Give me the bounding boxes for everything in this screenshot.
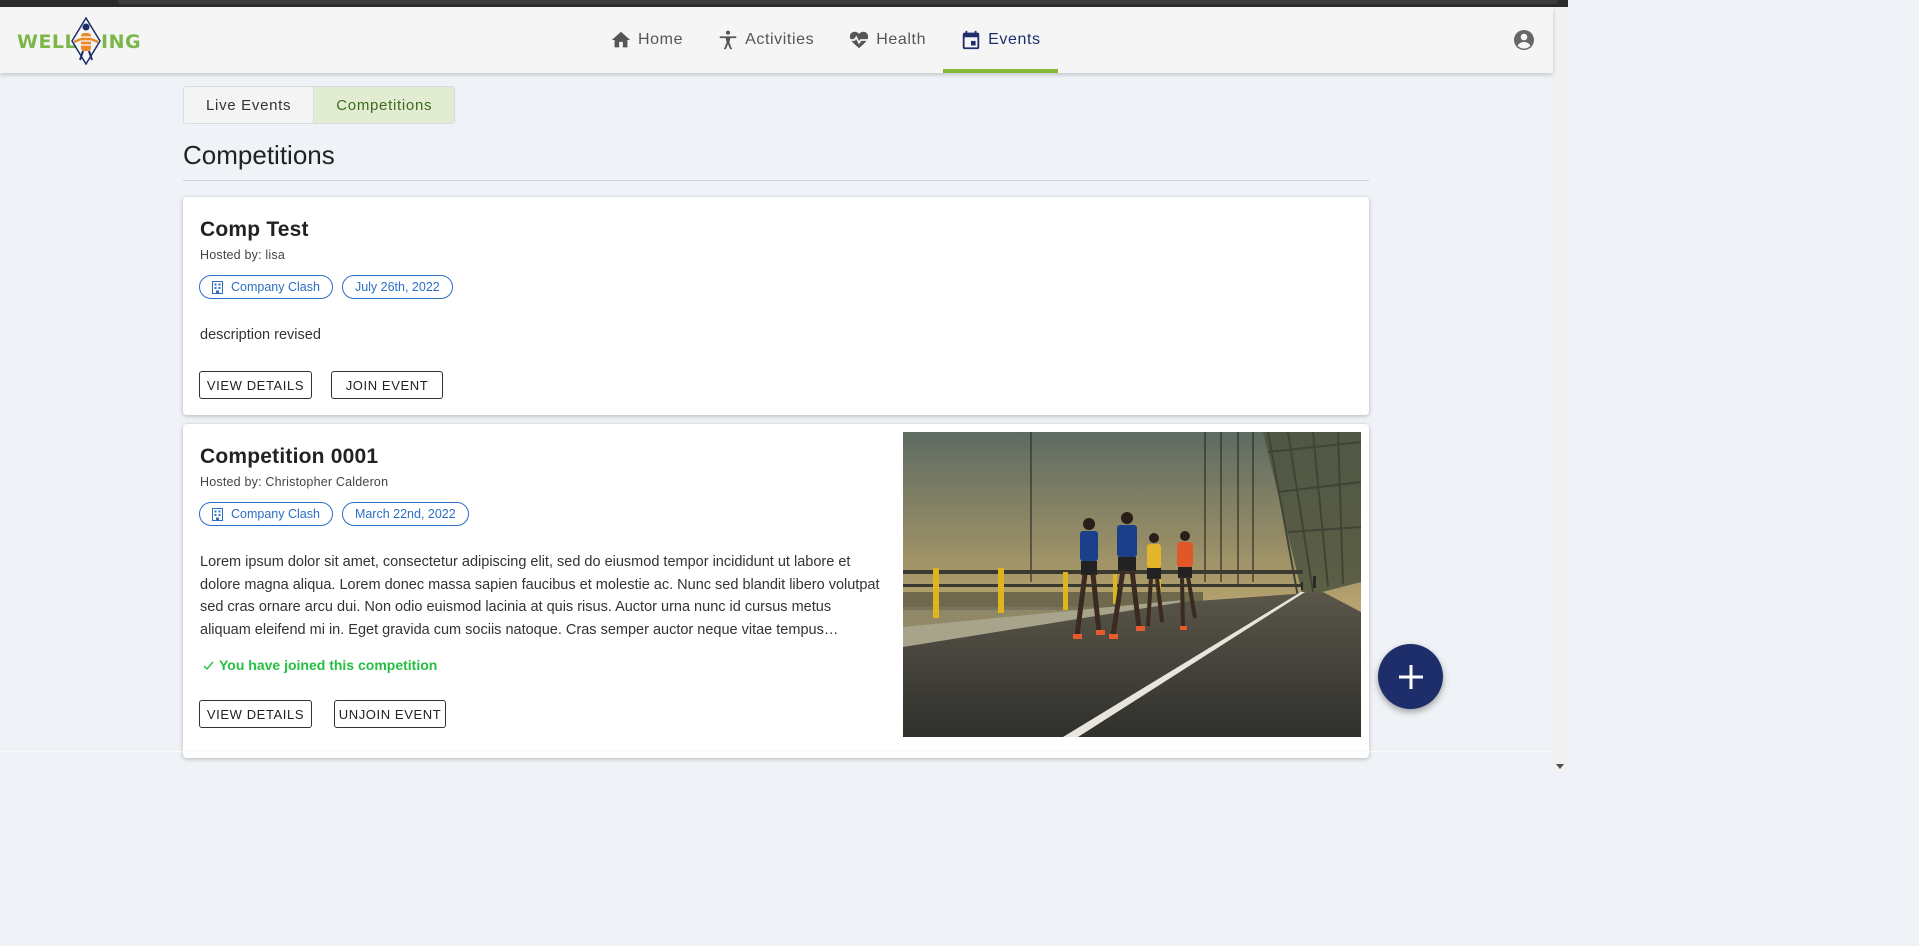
view-details-button[interactable]: VIEW DETAILS [199, 700, 312, 728]
join-event-button[interactable]: JOIN EVENT [331, 371, 443, 399]
app-header: WELL ING Home Activities Health Events [0, 7, 1553, 73]
date-chip: July 26th, 2022 [341, 275, 453, 299]
building-icon [212, 280, 223, 294]
tab-live-events[interactable]: Live Events [184, 87, 314, 123]
plus-icon [1398, 664, 1423, 689]
nav-item-label: Health [876, 31, 927, 48]
competition-host: Hosted by: lisa [200, 248, 285, 262]
view-details-button[interactable]: VIEW DETAILS [199, 371, 312, 399]
check-icon [203, 661, 214, 670]
type-chip: Company Clash [199, 502, 333, 526]
building-icon [212, 507, 223, 521]
joined-status: You have joined this competition [203, 657, 437, 673]
page-title: Competitions [183, 140, 335, 170]
heart-pulse-icon [850, 31, 869, 49]
competition-card: Comp Test Hosted by: lisa Company Clash … [183, 197, 1369, 415]
competition-title: Comp Test [200, 218, 309, 241]
logo-text-left: WELL [17, 31, 78, 53]
scroll-down-arrow-icon[interactable] [1556, 764, 1564, 769]
nav-item-label: Events [988, 31, 1041, 48]
calendar-icon [962, 30, 980, 50]
title-divider [183, 180, 1369, 181]
competition-description: Lorem ipsum dolor sit amet, consectetur … [200, 554, 880, 638]
logo-figure-icon [71, 17, 101, 65]
type-chip-label: Company Clash [231, 507, 320, 521]
date-chip: March 22nd, 2022 [341, 502, 469, 526]
app-logo[interactable]: WELL ING [17, 17, 142, 65]
nav-item-home[interactable]: Home [593, 7, 700, 73]
nav-item-label: Home [638, 31, 684, 48]
competition-card: Competition 0001 Hosted by: Christopher … [183, 424, 1369, 758]
account-circle-icon [1514, 30, 1534, 50]
tab-competitions[interactable]: Competitions [313, 87, 455, 123]
nav-item-events[interactable]: Events [943, 7, 1058, 73]
date-chip-label: July 26th, 2022 [354, 280, 440, 294]
nav-item-label: Activities [745, 31, 815, 48]
account-button[interactable] [1512, 28, 1536, 57]
joined-status-text: You have joined this competition [219, 657, 438, 673]
type-chip: Company Clash [199, 275, 333, 299]
nav-item-activities[interactable]: Activities [700, 7, 831, 73]
competition-description: description revised [200, 327, 321, 343]
activities-icon [719, 30, 737, 50]
date-chip-label: March 22nd, 2022 [354, 507, 456, 521]
page-bottom-edge [0, 751, 1553, 752]
competition-title: Competition 0001 [200, 445, 379, 468]
home-icon [611, 31, 631, 48]
main-nav: Home Activities Health Events [593, 7, 1058, 73]
competition-chips: Company Clash March 22nd, 2022 [199, 502, 469, 526]
logo-text-right: ING [101, 31, 142, 53]
unjoin-event-button[interactable]: UNJOIN EVENT [334, 700, 446, 728]
competition-host: Hosted by: Christopher Calderon [200, 475, 389, 489]
competition-chips: Company Clash July 26th, 2022 [199, 275, 453, 299]
browser-top-strip [0, 0, 1568, 7]
events-tabs: Live Events Competitions [183, 86, 456, 124]
page-scrollbar[interactable] [1553, 7, 1568, 773]
competition-image [903, 432, 1361, 737]
add-event-button[interactable] [1378, 644, 1443, 709]
type-chip-label: Company Clash [231, 280, 320, 294]
nav-item-health[interactable]: Health [831, 7, 943, 73]
